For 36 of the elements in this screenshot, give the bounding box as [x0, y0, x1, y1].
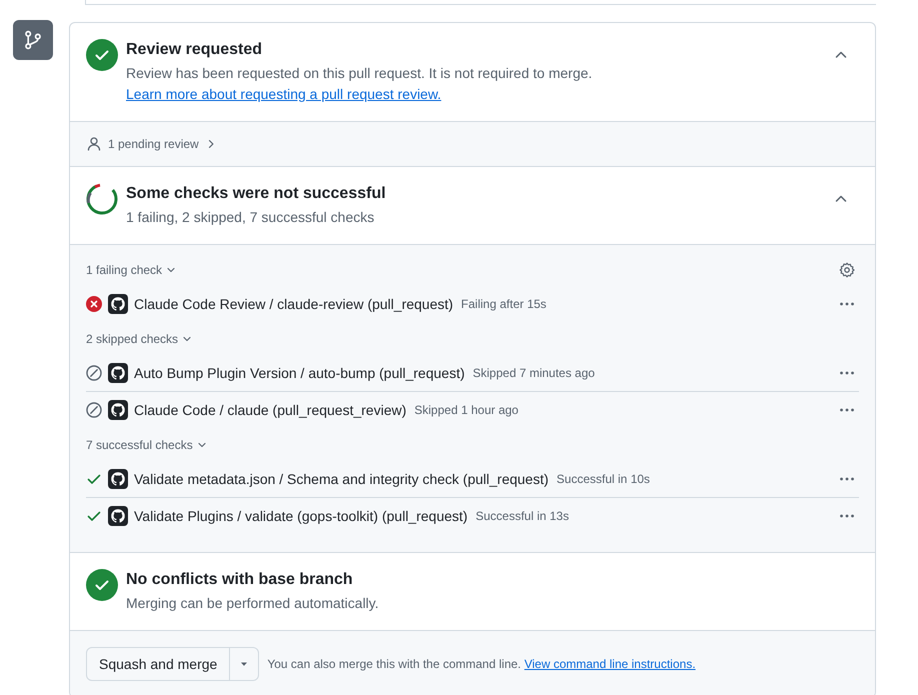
app-logo-icon: [108, 294, 128, 314]
section-title: Review requested: [126, 41, 264, 59]
check-name-link[interactable]: Claude Code / claude (pull_request_review): [134, 402, 406, 418]
git-branch-icon: [13, 20, 53, 60]
check-name-link[interactable]: Validate Plugins / validate (gops-toolkit) (pull_request): [134, 508, 468, 524]
squash-merge-button[interactable]: Squash and merge: [87, 648, 230, 680]
app-logo-icon: [108, 469, 128, 489]
check-status-text: Skipped 7 minutes ago: [472, 366, 595, 380]
merge-hint-text: You can also merge this with the command line. View command line instructions.: [267, 657, 696, 671]
check-status-text: Successful in 13s: [476, 509, 569, 523]
merge-split-button[interactable]: Squash and merge: [86, 647, 260, 681]
check-group-toggle[interactable]: 2 skipped checks: [86, 332, 178, 346]
check-name-link[interactable]: Claude Code Review / claude-review (pull_request): [134, 296, 454, 312]
check-status-text: Failing after 15s: [461, 297, 546, 311]
check-circle-icon: [86, 569, 118, 601]
check-circle-icon: [86, 39, 118, 71]
section-description: Review has been requested on this pull request. It is not required to merge. Learn more about requesting a pull request review.: [126, 64, 594, 104]
pending-review-link[interactable]: 1 pending review: [108, 137, 199, 151]
app-logo-icon: [108, 363, 128, 383]
app-logo-icon: [108, 506, 128, 526]
settings-icon[interactable]: [839, 262, 855, 278]
section-description: Merging can be performed automatically.: [126, 594, 380, 613]
check-group-toggle[interactable]: 1 failing check: [86, 262, 162, 276]
check-group-toggle[interactable]: 7 successful checks: [86, 438, 193, 452]
progress-ring-icon: [86, 183, 118, 215]
check-status-text: Successful in 10s: [556, 472, 650, 486]
check-status-text: Skipped 1 hour ago: [414, 403, 518, 417]
command-line-link[interactable]: View command line instructions.: [524, 657, 696, 671]
section-title: Some checks were not successful: [126, 185, 387, 203]
person-icon: [86, 136, 102, 152]
section-title: No conflicts with base branch: [126, 571, 354, 589]
check-name-link[interactable]: Auto Bump Plugin Version / auto-bump (pull_request): [134, 365, 465, 381]
learn-more-link[interactable]: Learn more about requesting a pull request review.: [126, 86, 442, 102]
app-logo-icon: [108, 400, 128, 420]
check-name-link[interactable]: Validate metadata.json / Schema and integrity check (pull_request): [134, 471, 549, 487]
checks-summary: 1 failing, 2 skipped, 7 successful checks: [126, 208, 376, 227]
